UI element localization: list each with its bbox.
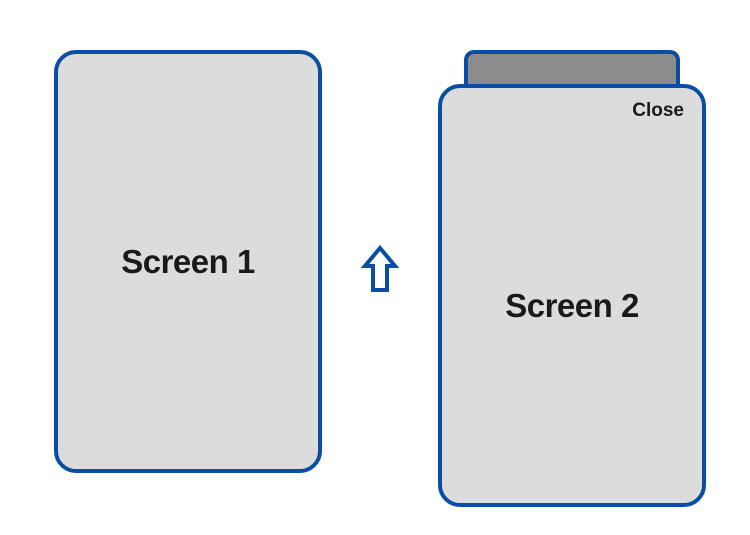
screen-2: Close Screen 2: [438, 84, 706, 507]
up-arrow-icon: [360, 244, 400, 294]
screen-2-title: Screen 2: [505, 287, 639, 325]
diagram-container: Screen 1 Close Screen 2: [0, 0, 750, 535]
screen-1: Screen 1: [54, 50, 322, 473]
screen-1-title: Screen 1: [121, 243, 255, 281]
close-button[interactable]: Close: [632, 100, 684, 122]
screen-2-top-tab: [464, 50, 680, 88]
